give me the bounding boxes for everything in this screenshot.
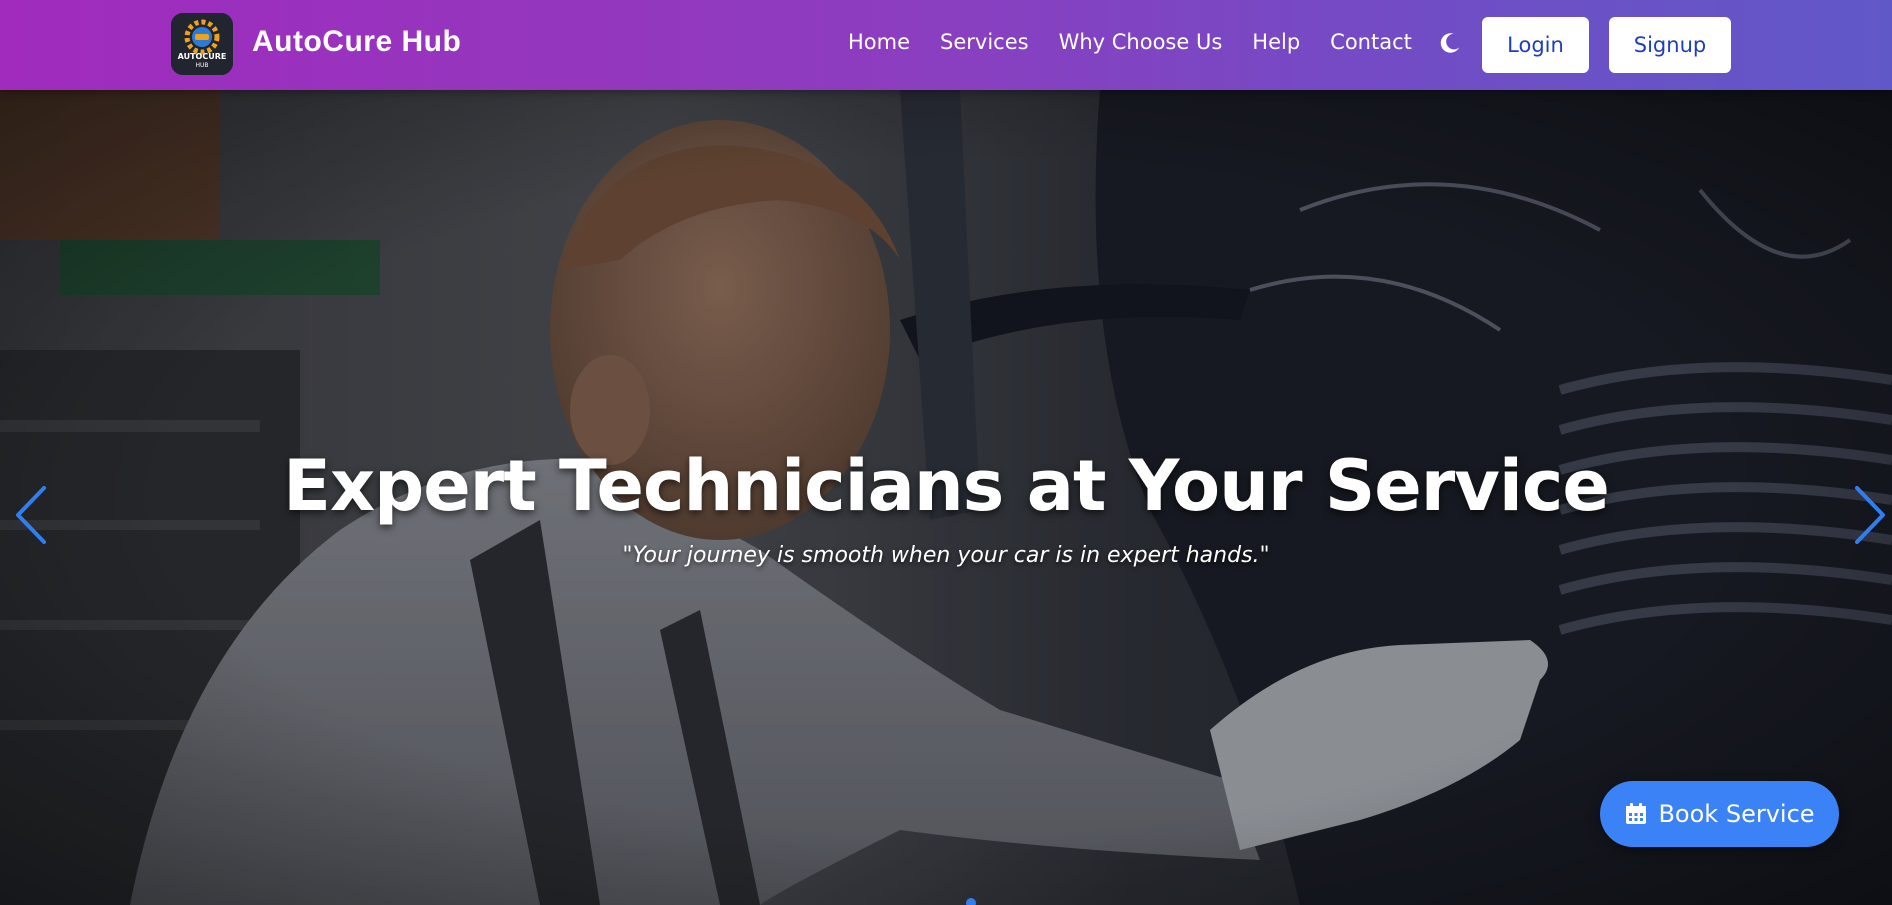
brand-logo[interactable]: AUTOCURE HUB: [171, 13, 233, 75]
main-nav: Home Services Why Choose Us Help Contact: [848, 30, 1442, 54]
book-service-label: Book Service: [1658, 800, 1815, 828]
nav-services[interactable]: Services: [940, 30, 1029, 54]
calendar-icon: [1626, 803, 1647, 824]
hero-title: Expert Technicians at Your Service: [283, 445, 1610, 527]
carousel-indicator[interactable]: [966, 898, 976, 905]
hero-carousel: Expert Technicians at Your Service "Your…: [0, 90, 1892, 905]
chevron-left-icon[interactable]: [6, 480, 56, 550]
nav-home[interactable]: Home: [848, 30, 910, 54]
gear-car-logo-icon: AUTOCURE HUB: [171, 13, 233, 75]
moon-icon[interactable]: [1437, 30, 1463, 56]
hero-subtitle: "Your journey is smooth when your car is…: [622, 543, 1270, 568]
nav-why-choose-us[interactable]: Why Choose Us: [1059, 30, 1223, 54]
chevron-right-icon[interactable]: [1845, 480, 1892, 550]
brand-name[interactable]: AutoCure Hub: [252, 25, 461, 59]
login-button[interactable]: Login: [1482, 17, 1589, 73]
svg-text:AUTOCURE: AUTOCURE: [178, 52, 227, 61]
book-service-button[interactable]: Book Service: [1600, 781, 1839, 847]
navbar: AUTOCURE HUB AutoCure Hub Home Services …: [0, 0, 1892, 90]
nav-help[interactable]: Help: [1252, 30, 1300, 54]
signup-button[interactable]: Signup: [1609, 17, 1731, 73]
nav-contact[interactable]: Contact: [1330, 30, 1412, 54]
svg-text:HUB: HUB: [195, 62, 208, 69]
